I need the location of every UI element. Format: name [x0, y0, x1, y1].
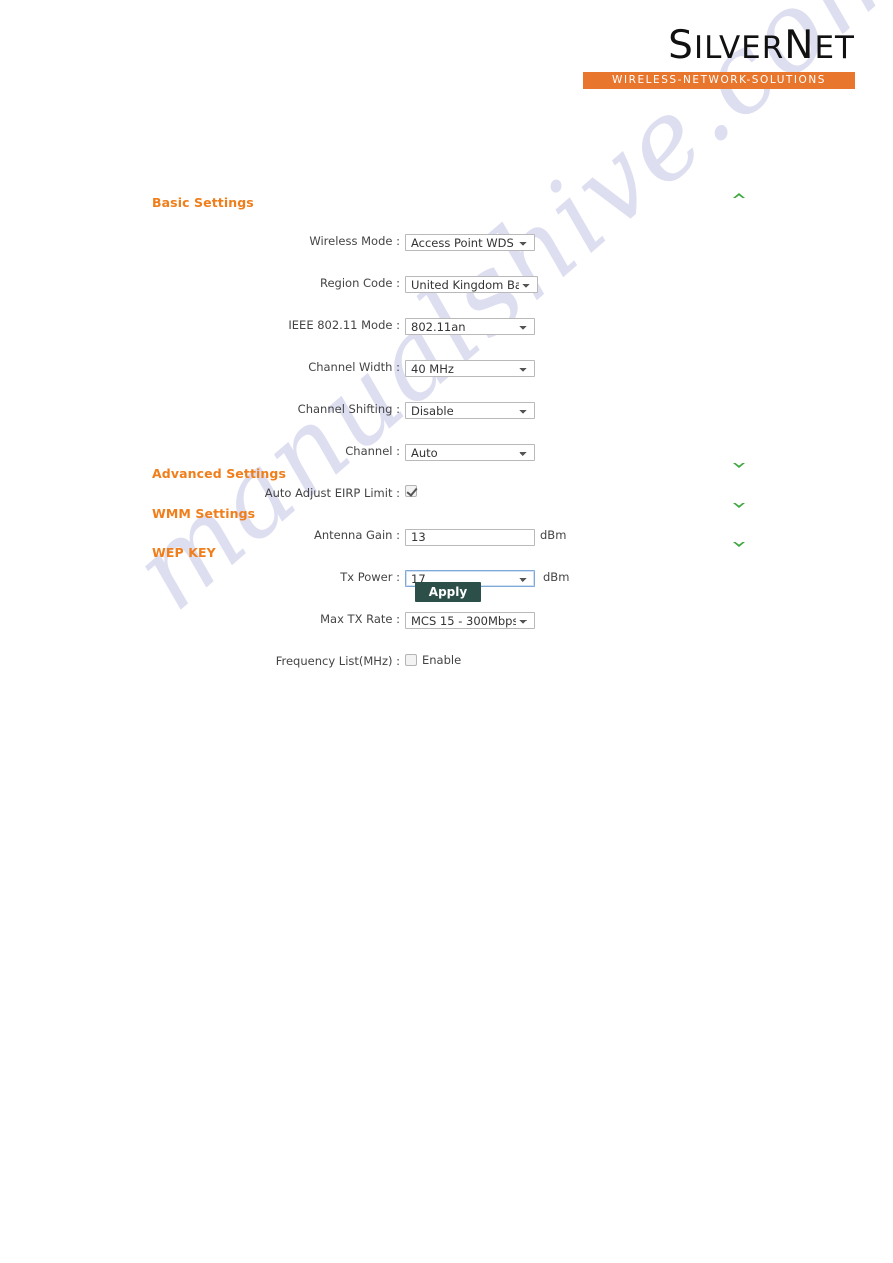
- max-tx-rate-select[interactable]: MCS 15 - 300Mbps: [405, 612, 535, 629]
- channel-shifting-select[interactable]: Disable: [405, 402, 535, 419]
- chevron-down-icon-advanced[interactable]: [731, 459, 749, 473]
- logo-letter-s: S: [668, 23, 694, 68]
- label-channel-shifting: Channel Shifting :: [297, 402, 400, 416]
- row-ieee-mode: IEEE 802.11 Mode : 802.11an: [0, 316, 893, 337]
- wireless-mode-select[interactable]: Access Point WDS: [405, 234, 535, 251]
- label-channel: Channel :: [345, 444, 400, 458]
- label-channel-width: Channel Width :: [308, 360, 400, 374]
- label-wireless-mode: Wireless Mode :: [309, 234, 400, 248]
- label-frequency-list: Frequency List(MHz) :: [275, 654, 400, 668]
- row-max-tx-rate: Max TX Rate : MCS 15 - 300Mbps: [0, 610, 893, 631]
- logo-letter-n: N: [784, 23, 815, 68]
- field-antenna-gain: [405, 526, 535, 546]
- field-max-tx-rate: MCS 15 - 300Mbps: [405, 610, 535, 629]
- antenna-gain-unit: dBm: [540, 528, 567, 542]
- logo-letters-et: ET: [814, 30, 855, 66]
- basic-settings-form: Wireless Mode : Access Point WDS Region …: [0, 232, 893, 668]
- field-channel: Auto: [405, 442, 535, 461]
- tx-power-unit: dBm: [543, 570, 570, 584]
- label-ieee-mode: IEEE 802.11 Mode :: [288, 318, 400, 332]
- label-region-code: Region Code :: [320, 276, 400, 290]
- label-tx-power: Tx Power :: [340, 570, 400, 584]
- label-antenna-gain: Antenna Gain :: [314, 528, 400, 542]
- channel-select[interactable]: Auto: [405, 444, 535, 461]
- antenna-gain-input[interactable]: [405, 529, 535, 546]
- row-channel: Channel : Auto: [0, 442, 893, 463]
- label-max-tx-rate: Max TX Rate :: [320, 612, 400, 626]
- page-watermark: manualshive.com: [0, 0, 893, 1263]
- region-code-select[interactable]: United Kingdom Band B: [405, 276, 538, 293]
- section-header-wmm-settings[interactable]: WMM Settings: [152, 506, 752, 521]
- row-channel-width: Channel Width : 40 MHz: [0, 358, 893, 379]
- field-region-code: United Kingdom Band B: [405, 274, 538, 293]
- apply-button[interactable]: Apply: [415, 582, 481, 602]
- silvernet-logo: SILVERNET WIRELESS-NETWORK-SOLUTIONS: [583, 26, 855, 89]
- field-ieee-mode: 802.11an: [405, 316, 535, 335]
- frequency-list-checkbox[interactable]: [405, 654, 417, 666]
- chevron-up-icon[interactable]: [731, 190, 749, 204]
- frequency-list-enable-label: Enable: [422, 653, 462, 667]
- row-auto-adjust-eirp: Auto Adjust EIRP Limit :: [0, 484, 893, 505]
- logo-letters-ilver: ILVER: [693, 30, 785, 66]
- field-channel-shifting: Disable: [405, 400, 535, 419]
- ieee-mode-select[interactable]: 802.11an: [405, 318, 535, 335]
- logo-tagline-bar: WIRELESS-NETWORK-SOLUTIONS: [583, 72, 855, 89]
- field-channel-width: 40 MHz: [405, 358, 535, 377]
- channel-width-select[interactable]: 40 MHz: [405, 360, 535, 377]
- row-frequency-list: Frequency List(MHz) : Enable: [0, 652, 893, 673]
- section-header-wep-key[interactable]: WEP KEY: [152, 545, 752, 560]
- field-wireless-mode: Access Point WDS: [405, 232, 535, 251]
- auto-adjust-eirp-checkbox[interactable]: [405, 485, 417, 497]
- section-header-advanced-settings[interactable]: Advanced Settings: [152, 466, 752, 481]
- logo-wordmark: SILVERNET: [583, 26, 855, 68]
- row-wireless-mode: Wireless Mode : Access Point WDS: [0, 232, 893, 253]
- label-auto-adjust-eirp: Auto Adjust EIRP Limit :: [264, 486, 400, 500]
- field-auto-adjust-eirp[interactable]: [405, 485, 417, 497]
- chevron-down-icon-wep[interactable]: [731, 538, 749, 552]
- row-antenna-gain: Antenna Gain : dBm: [0, 526, 893, 547]
- row-channel-shifting: Channel Shifting : Disable: [0, 400, 893, 421]
- chevron-down-icon-wmm[interactable]: [731, 499, 749, 513]
- field-frequency-list[interactable]: Enable: [405, 653, 461, 667]
- section-header-basic-settings[interactable]: Basic Settings: [152, 195, 752, 210]
- row-region-code: Region Code : United Kingdom Band B: [0, 274, 893, 295]
